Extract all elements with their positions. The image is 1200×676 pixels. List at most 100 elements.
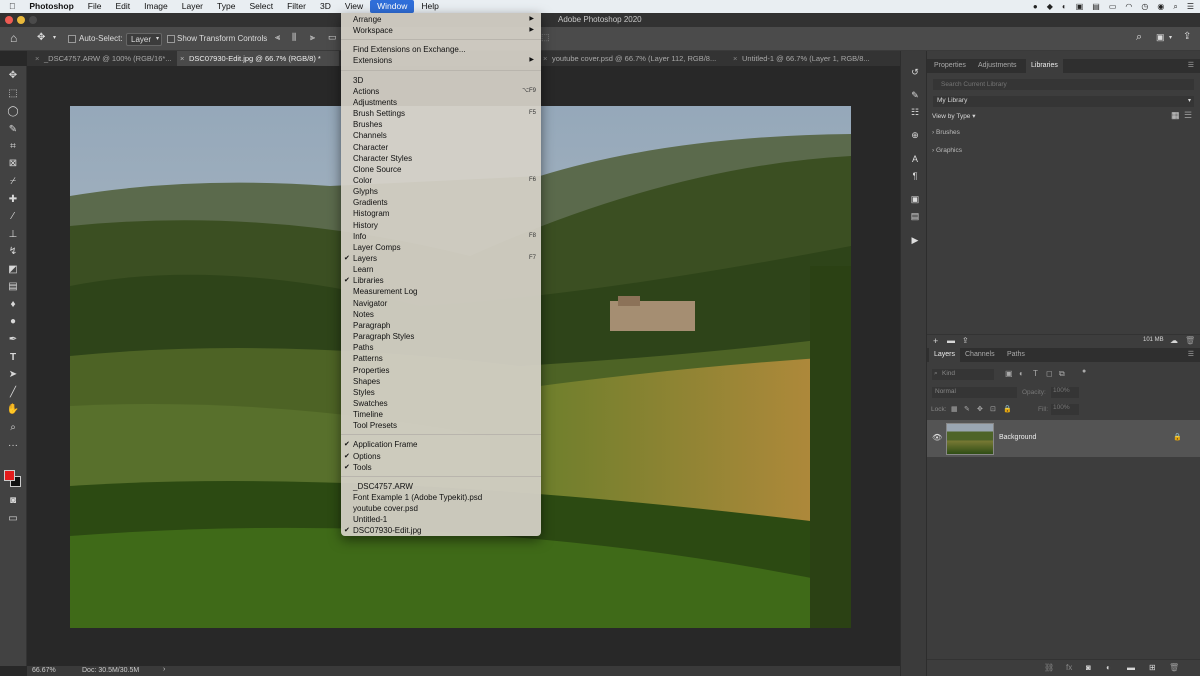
menu-item-notes[interactable]: Notes xyxy=(341,309,541,320)
marquee-tool-icon[interactable]: ⬚ xyxy=(6,88,20,100)
layer-kind-filter[interactable]: ⌕ Kind xyxy=(932,369,994,380)
tab-layers[interactable]: Layers xyxy=(929,348,961,362)
menu-item-info[interactable]: Info F8 xyxy=(341,231,541,242)
menu-item-brush-settings[interactable]: Brush Settings F5 xyxy=(341,108,541,119)
menu-help[interactable]: Help xyxy=(414,0,445,13)
eye-icon[interactable]: 👁 xyxy=(932,433,942,442)
menu-item-font-example-1-adobe-typekit-psd[interactable]: Font Example 1 (Adobe Typekit).psd xyxy=(341,492,541,503)
filter-adjustment-icon[interactable]: ◐ xyxy=(1019,369,1024,378)
menu-item-workspace[interactable]: Workspace ▶ xyxy=(341,25,541,36)
menu-item-measurement-log[interactable]: Measurement Log xyxy=(341,286,541,297)
share-icon[interactable]: ⇪ xyxy=(1183,31,1191,42)
trash-icon[interactable]: 🗑 xyxy=(1169,663,1179,672)
wifi-icon[interactable]: ◠ xyxy=(1125,2,1132,11)
clone-source-icon[interactable]: ⊕ xyxy=(909,129,921,141)
play-icon[interactable]: ▶ xyxy=(909,234,921,246)
filter-smart-icon[interactable]: ⧉ xyxy=(1059,369,1065,379)
menu-item-histogram[interactable]: Histogram xyxy=(341,208,541,219)
tab-youtube-cover[interactable]: × youtube cover.psd @ 66.7% (Layer 112, … xyxy=(540,51,730,66)
tab-libraries[interactable]: Libraries xyxy=(1026,59,1063,73)
menu-item-gradients[interactable]: Gradients xyxy=(341,197,541,208)
menu-item-properties[interactable]: Properties xyxy=(341,365,541,376)
character-panel-icon[interactable]: A xyxy=(909,153,921,165)
filter-type-icon[interactable]: T xyxy=(1033,369,1038,378)
tab-adjustments[interactable]: Adjustments xyxy=(973,59,1022,73)
menu-app-photoshop[interactable]: Photoshop xyxy=(22,0,80,13)
filter-shape-icon[interactable]: ◻ xyxy=(1046,369,1053,378)
3d-mode-icon[interactable]: ⬚ xyxy=(541,32,550,43)
menu-item-paragraph[interactable]: Paragraph xyxy=(341,320,541,331)
list-view-icon[interactable]: ☰ xyxy=(1184,110,1192,121)
menu-item-paragraph-styles[interactable]: Paragraph Styles xyxy=(341,331,541,342)
user-icon[interactable]: ◉ xyxy=(1157,2,1164,11)
close-icon[interactable]: × xyxy=(543,51,547,66)
link-icon[interactable]: ⛓ xyxy=(1044,663,1054,672)
blur-tool-icon[interactable]: ♦ xyxy=(6,299,20,311)
minimize-window-button[interactable] xyxy=(17,16,25,24)
lock-all-icon[interactable]: 🔒 xyxy=(1003,405,1012,413)
stamp-tool-icon[interactable]: ⊥ xyxy=(6,229,20,241)
opacity-input[interactable]: 100% xyxy=(1051,387,1079,398)
tab-paths[interactable]: Paths xyxy=(1002,348,1030,362)
menu-item-color[interactable]: Color F6 xyxy=(341,175,541,186)
history-panel-icon[interactable]: ↺ xyxy=(909,66,921,78)
frame-tool-icon[interactable]: ⊠ xyxy=(6,158,20,170)
hand-tool-icon[interactable]: ✋ xyxy=(6,404,20,416)
menu-item-find-extensions-on-exchange[interactable]: Find Extensions on Exchange... xyxy=(341,44,541,55)
info-panel-icon[interactable]: ▣ xyxy=(909,193,921,205)
status-menu-arrow[interactable]: › xyxy=(163,666,165,673)
layer-row[interactable]: 👁 Background 🔒 xyxy=(927,420,1200,457)
home-icon[interactable]: ⌂ xyxy=(10,31,17,45)
folder-icon[interactable]: ▬ xyxy=(947,336,955,345)
adjustment-layer-icon[interactable]: ◐ xyxy=(1106,663,1111,672)
menu-window[interactable]: Window xyxy=(370,0,415,13)
activity-icon[interactable]: ◐ xyxy=(1062,2,1067,11)
cloud-icon[interactable]: ☁ xyxy=(1170,336,1178,345)
menu-item-libraries[interactable]: ✔ Libraries xyxy=(341,275,541,286)
paragraph-panel-icon[interactable]: ¶ xyxy=(909,170,921,182)
menu-view[interactable]: View xyxy=(338,0,370,13)
gradient-tool-icon[interactable]: ▤ xyxy=(6,281,20,293)
menu-item-history[interactable]: History xyxy=(341,220,541,231)
tab-properties[interactable]: Properties xyxy=(929,59,971,73)
menu-item-learn[interactable]: Learn xyxy=(341,264,541,275)
show-transform-checkbox[interactable] xyxy=(167,35,175,43)
apple-icon[interactable]:  xyxy=(0,0,22,13)
creative-cloud-icon[interactable]: ● xyxy=(1033,2,1038,11)
chevron-down-icon[interactable]: ▾ xyxy=(1169,34,1172,41)
notes-panel-icon[interactable]: ▤ xyxy=(909,210,921,222)
menu-file[interactable]: File xyxy=(81,0,109,13)
menu-item-styles[interactable]: Styles xyxy=(341,387,541,398)
brush-settings-icon[interactable]: ✎ xyxy=(909,89,921,101)
menu-item-dsc07930-edit-jpg[interactable]: ✔ DSC07930-Edit.jpg xyxy=(341,525,541,536)
camera-icon[interactable]: ▣ xyxy=(1076,2,1084,11)
menu-item-shapes[interactable]: Shapes xyxy=(341,376,541,387)
tab-untitled-1[interactable]: × Untitled-1 @ 66.7% (Layer 1, RGB/8... xyxy=(730,51,900,66)
menu-item-dsc4757-arw[interactable]: _DSC4757.ARW xyxy=(341,481,541,492)
menu-type[interactable]: Type xyxy=(210,0,242,13)
menu-3d[interactable]: 3D xyxy=(313,0,338,13)
filter-pixel-icon[interactable]: ▣ xyxy=(1005,369,1013,378)
view-by-type-dropdown[interactable]: View by Type ▾ xyxy=(932,112,976,120)
tab-channels[interactable]: Channels xyxy=(960,348,1000,362)
menu-item-options[interactable]: ✔ Options xyxy=(341,451,541,462)
lock-image-icon[interactable]: ✎ xyxy=(964,405,970,413)
tab-dsc4757[interactable]: × _DSC4757.ARW @ 100% (RGB/16*... xyxy=(32,51,177,66)
menu-item-3d[interactable]: 3D xyxy=(341,75,541,86)
clock-icon[interactable]: ◷ xyxy=(1141,2,1148,11)
upload-icon[interactable]: ⇪ xyxy=(962,336,969,345)
workspace-icon[interactable]: ▣ xyxy=(1156,32,1165,43)
line-tool-icon[interactable]: ╱ xyxy=(6,387,20,399)
menu-item-character[interactable]: Character xyxy=(341,142,541,153)
search-icon[interactable]: ⌕ xyxy=(1136,31,1142,44)
menu-item-extensions[interactable]: Extensions ▶ xyxy=(341,55,541,66)
pen-tool-icon[interactable]: ✒ xyxy=(6,334,20,346)
menu-item-untitled-1[interactable]: Untitled-1 xyxy=(341,514,541,525)
group-folder-icon[interactable]: ▬ xyxy=(1127,663,1135,672)
quick-select-tool-icon[interactable]: ✎ xyxy=(6,124,20,136)
menu-item-glyphs[interactable]: Glyphs xyxy=(341,186,541,197)
lock-transparent-icon[interactable]: ▦ xyxy=(951,405,958,413)
menu-item-channels[interactable]: Channels xyxy=(341,130,541,141)
close-icon[interactable]: × xyxy=(733,51,737,66)
layer-name[interactable]: Background xyxy=(999,434,1036,441)
